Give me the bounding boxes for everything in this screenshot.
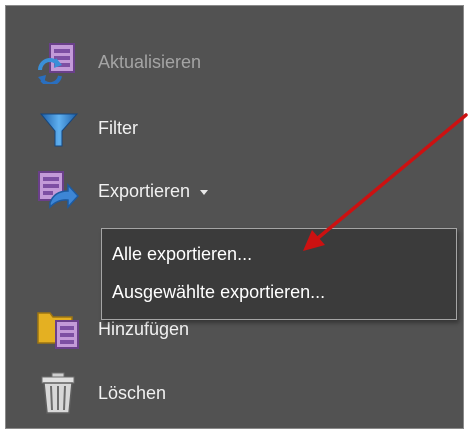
refresh-label: Aktualisieren bbox=[98, 51, 202, 72]
export-button[interactable]: Exportieren bbox=[36, 169, 209, 213]
delete-button[interactable]: Löschen bbox=[36, 371, 166, 415]
trash-icon bbox=[36, 371, 80, 415]
refresh-button[interactable]: Aktualisieren bbox=[36, 40, 201, 84]
filter-button[interactable]: Filter bbox=[36, 106, 138, 150]
export-label: Exportieren bbox=[98, 180, 191, 201]
refresh-document-icon bbox=[36, 40, 80, 84]
menu-item-export-all[interactable]: Alle exportieren... bbox=[102, 235, 456, 273]
export-dropdown-menu: Alle exportieren... Ausgewählte exportie… bbox=[101, 228, 457, 320]
menu-item-export-selected[interactable]: Ausgewählte exportieren... bbox=[102, 273, 456, 311]
export-document-icon bbox=[36, 169, 80, 213]
funnel-icon bbox=[36, 106, 80, 150]
chevron-down-icon[interactable] bbox=[200, 189, 209, 195]
add-folder-icon bbox=[36, 307, 80, 351]
filter-label: Filter bbox=[98, 117, 138, 138]
delete-label: Löschen bbox=[98, 382, 167, 403]
add-label: Hinzufügen bbox=[98, 318, 190, 339]
screenshot-frame: Aktualisieren Filter Exportieren Hinzufü… bbox=[0, 0, 469, 433]
